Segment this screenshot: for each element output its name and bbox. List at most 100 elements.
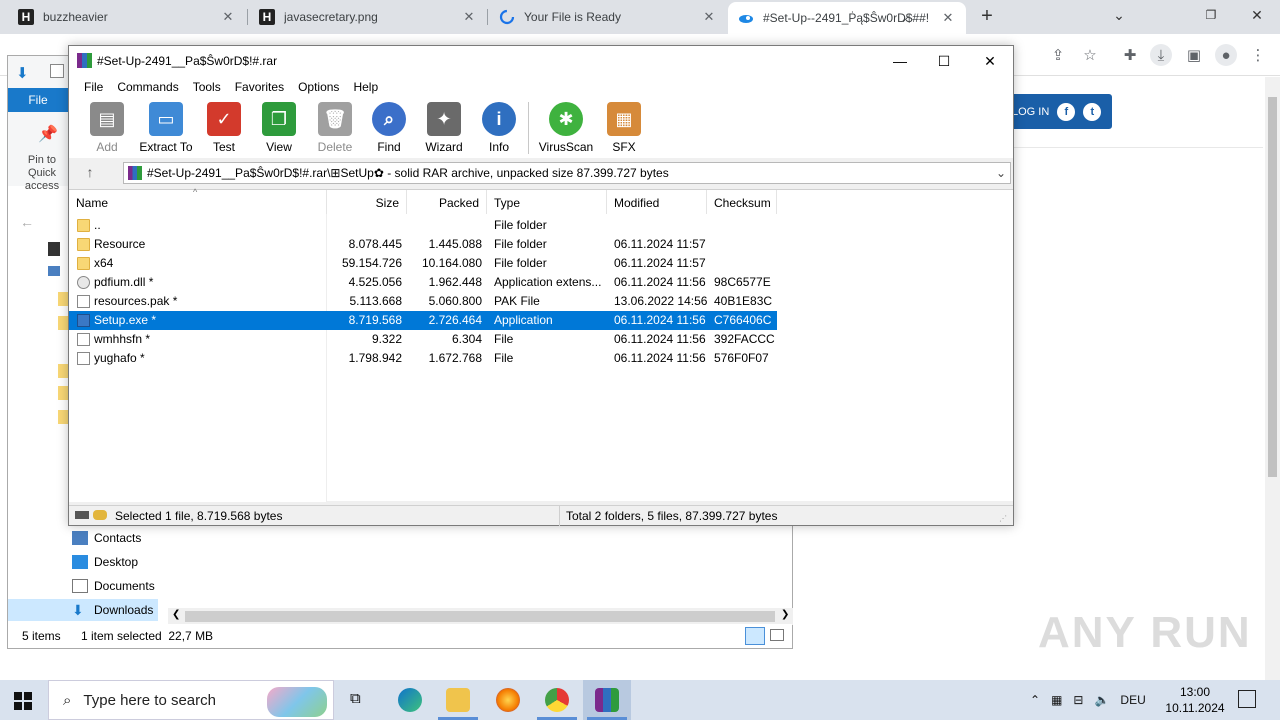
twitter-icon[interactable]: t [1083, 102, 1102, 121]
side-panel-icon[interactable]: ▣ [1183, 44, 1205, 66]
download-icon[interactable]: ⤓ [1150, 44, 1172, 66]
column-header-name[interactable]: Name [69, 190, 327, 214]
scrollbar-thumb[interactable] [185, 611, 775, 622]
column-header-checksum[interactable]: Checksum [707, 190, 777, 214]
chevron-down-icon[interactable]: ⌄ [1096, 0, 1142, 30]
nav-contacts[interactable]: Contacts [72, 527, 141, 549]
menu-favorites[interactable]: Favorites [228, 80, 291, 94]
extensions-puzzle-icon[interactable]: ✚ [1119, 44, 1141, 66]
taskbar-search-box[interactable]: ⌕ Type here to search [48, 680, 334, 720]
close-tab-icon[interactable]: ✕ [461, 9, 477, 25]
nav-desktop[interactable]: Desktop [72, 551, 138, 573]
find-button[interactable]: ⌕ Find [359, 102, 419, 154]
view-button[interactable]: ❐ View [249, 102, 309, 154]
chevron-down-icon[interactable]: ⌄ [992, 166, 1010, 180]
column-header-packed[interactable]: Packed [407, 190, 487, 214]
browser-tab-buzzheavier[interactable]: H buzzheavier ✕ [8, 0, 246, 34]
test-button[interactable]: ✓ Test [194, 102, 254, 154]
details-view-icon[interactable] [745, 627, 765, 645]
wizard-button[interactable]: ✦ Wizard [414, 102, 474, 154]
extract-to-button[interactable]: ▭ Extract To [136, 102, 196, 154]
archive-file-row[interactable]: pdfium.dll * 4.525.056 1.962.448 Applicatio… [69, 273, 777, 292]
sfx-button[interactable]: ▦ SFX [594, 102, 654, 154]
nav-label: Contacts [94, 531, 142, 545]
explorer-horizontal-scrollbar[interactable]: ❮ ❯ [168, 608, 793, 625]
archive-path-field[interactable]: #Set-Up-2491__Pa$Ŝw0rD$!#.rar\⊞SetUp✿ - … [123, 162, 1011, 184]
task-view-icon[interactable]: ⧉ [350, 690, 370, 710]
edge-icon[interactable] [398, 688, 422, 712]
minimize-icon[interactable]: — [877, 46, 923, 76]
download-arrow-icon: ⬇ [16, 65, 29, 82]
add-button[interactable]: ▤ Add [77, 102, 137, 154]
archive-file-row[interactable]: yughafo * 1.798.942 1.672.768 File 06.11.202… [69, 349, 777, 368]
nav-documents[interactable]: Documents [72, 575, 160, 597]
pin-icon: 📌 [38, 126, 58, 143]
resize-grip-icon[interactable]: ⋰ [999, 514, 1007, 523]
browser-tab-javasecretary[interactable]: H javasecretary.png ✕ [249, 0, 487, 34]
column-header-modified[interactable]: Modified [607, 190, 707, 214]
cell-type: File [494, 332, 514, 346]
taskbar-clock[interactable]: 13:00 10.11.2024 [1164, 684, 1226, 716]
menu-tools[interactable]: Tools [186, 80, 228, 94]
cell-modified: 06.11.2024 11:56 [614, 275, 706, 289]
firefox-icon[interactable] [496, 688, 520, 712]
menu-help[interactable]: Help [346, 80, 385, 94]
close-tab-icon[interactable]: ✕ [701, 9, 717, 25]
info-button[interactable]: i Info [469, 102, 529, 154]
close-tab-icon[interactable]: ✕ [940, 10, 956, 26]
archive-file-row[interactable]: resources.pak * 5.113.668 5.060.800 PAK Fil… [69, 292, 777, 311]
kebab-menu-icon[interactable]: ⋮ [1247, 44, 1269, 66]
winrar-window: #Set-Up-2491__Pa$Ŝw0rD$!#.rar — ☐ ✕ File… [68, 45, 1014, 526]
close-icon[interactable]: ✕ [967, 46, 1013, 76]
archive-file-row[interactable]: Setup.exe * 8.719.568 2.726.464 Application… [69, 311, 777, 330]
file-icon [77, 352, 90, 365]
menu-file[interactable]: File [77, 80, 110, 94]
bookmark-star-icon[interactable]: ☆ [1079, 44, 1101, 66]
page-scrollbar[interactable] [1265, 77, 1280, 680]
share-icon[interactable]: ⇪ [1047, 44, 1069, 66]
profile-avatar-icon[interactable]: ● [1215, 44, 1237, 66]
winrar-taskbar-active[interactable] [583, 680, 631, 720]
archive-file-row[interactable]: wmhhsfn * 9.322 6.304 File 06.11.2024 11:56 3… [69, 330, 777, 349]
input-language[interactable]: DEU [1120, 693, 1145, 707]
delete-button[interactable]: 🗑 Delete [305, 102, 365, 154]
back-arrow-icon[interactable]: ← [20, 214, 34, 230]
explorer-file-tab[interactable]: File [8, 88, 68, 112]
restore-icon[interactable]: ❐ [1188, 0, 1234, 30]
column-header-size[interactable]: Size [327, 190, 407, 214]
file-explorer-icon[interactable] [446, 688, 470, 712]
network-icon[interactable]: ⊟ [1073, 693, 1083, 707]
notifications-icon[interactable] [1238, 690, 1256, 708]
maximize-icon[interactable]: ☐ [921, 46, 967, 76]
column-header-type[interactable]: Type [487, 190, 607, 214]
archive-file-row[interactable]: Resource 8.078.445 1.445.088 File folder 06.… [69, 235, 777, 254]
folder-tree-icon [48, 242, 60, 256]
nav-label: Desktop [94, 555, 139, 569]
menu-commands[interactable]: Commands [110, 80, 185, 94]
show-hidden-icons-icon[interactable]: ⌃ [1030, 693, 1040, 707]
login-button[interactable]: LOG IN f t [1002, 94, 1112, 129]
large-icons-view-icon[interactable] [770, 629, 784, 641]
archive-file-row[interactable]: .. File folder [69, 216, 777, 235]
chrome-icon[interactable] [545, 688, 569, 712]
winrar-title-bar[interactable]: #Set-Up-2491__Pa$Ŝw0rD$!#.rar — ☐ ✕ [69, 46, 1013, 76]
menu-options[interactable]: Options [291, 80, 346, 94]
close-window-icon[interactable]: ✕ [1234, 0, 1280, 30]
properties-icon[interactable] [50, 64, 64, 78]
close-tab-icon[interactable]: ✕ [220, 9, 236, 25]
scrollbar-thumb[interactable] [1268, 97, 1277, 477]
virusscan-button[interactable]: ✱ VirusScan [536, 102, 596, 154]
browser-tab-file-ready[interactable]: Your File is Ready ✕ [489, 0, 727, 34]
volume-icon[interactable]: 🔈 [1094, 693, 1109, 707]
facebook-icon[interactable]: f [1057, 102, 1076, 121]
archive-file-row[interactable]: x64 59.154.726 10.164.080 File folder 06.11.… [69, 254, 777, 273]
pin-to-quick-access-button[interactable]: Pin to Quick access [14, 154, 70, 193]
new-tab-button[interactable]: + [976, 6, 998, 28]
up-arrow-icon[interactable]: ↑ [81, 164, 99, 182]
scroll-left-icon[interactable]: ❮ [172, 609, 180, 620]
network-adapter-icon[interactable]: ▦ [1051, 693, 1062, 707]
nav-downloads[interactable]: ⬇ Downloads [8, 599, 158, 621]
windows-start-icon[interactable] [14, 692, 32, 710]
browser-tab-setup-active[interactable]: #Set-Up--2491_Ṗą$Ŝw0rD̷$##! ✕ [728, 2, 966, 34]
scroll-right-icon[interactable]: ❯ [781, 609, 789, 620]
